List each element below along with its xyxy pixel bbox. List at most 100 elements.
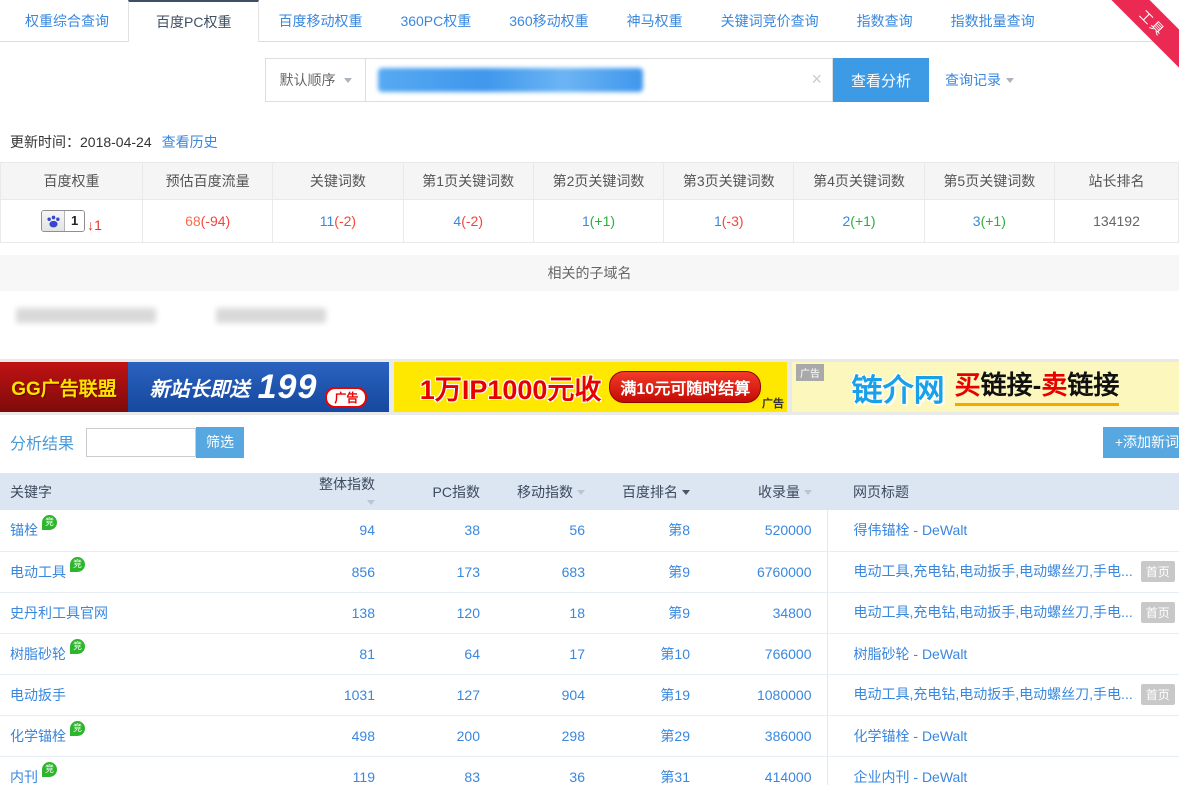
pc-index-value[interactable]: 173 <box>390 551 495 592</box>
baidu-rank-value[interactable]: 第8 <box>600 510 705 551</box>
header-overall-index[interactable]: 整体指数 <box>310 473 390 510</box>
page1-keywords-value[interactable]: 4(-2) <box>403 200 533 243</box>
indexed-count-value[interactable]: 386000 <box>705 715 827 756</box>
stats-header-page4: 第4页关键词数 <box>794 163 924 200</box>
overall-index-value[interactable]: 498 <box>310 715 390 756</box>
baidu-rank-value[interactable]: 第19 <box>600 674 705 715</box>
weight-value: 1 <box>65 210 84 232</box>
keyword-link[interactable]: 锚栓 <box>10 522 38 538</box>
page-title-link[interactable]: 化学锚栓 - DeWalt <box>854 728 968 744</box>
keyword-link[interactable]: 树脂砂轮 <box>10 646 66 662</box>
overall-index-value[interactable]: 856 <box>310 551 390 592</box>
page3-keywords-value[interactable]: 1(-3) <box>664 200 794 243</box>
tab-360-pc-weight[interactable]: 360PC权重 <box>381 0 490 41</box>
sort-order-label: 默认顺序 <box>280 70 336 90</box>
mobile-index-value[interactable]: 298 <box>495 715 600 756</box>
ad2-ad-tag: 广告 <box>762 395 784 411</box>
keyword-count-value[interactable]: 11(-2) <box>273 200 403 243</box>
pc-index-value[interactable]: 200 <box>390 715 495 756</box>
stats-header-keyword-count: 关键词数 <box>273 163 403 200</box>
homepage-badge: 首页 <box>1141 684 1175 705</box>
indexed-count-value[interactable]: 520000 <box>705 510 827 551</box>
baidu-rank-value[interactable]: 第29 <box>600 715 705 756</box>
overall-index-value[interactable]: 94 <box>310 510 390 551</box>
stats-header-baidu-weight: 百度权重 <box>1 163 143 200</box>
baidu-rank-value[interactable]: 第9 <box>600 551 705 592</box>
keyword-link[interactable]: 内刊 <box>10 769 38 785</box>
header-page-title: 网页标题 <box>827 473 1179 510</box>
page-title-link[interactable]: 得伟锚栓 - DeWalt <box>854 522 968 538</box>
page-title-link[interactable]: 电动工具,充电钻,电动扳手,电动螺丝刀,手电... <box>854 563 1133 579</box>
filter-button[interactable]: 筛选 <box>196 427 244 458</box>
page-title-link[interactable]: 电动工具,充电钻,电动扳手,电动螺丝刀,手电... <box>854 604 1133 620</box>
mobile-index-value[interactable]: 56 <box>495 510 600 551</box>
redacted-subdomain-link[interactable] <box>216 308 326 323</box>
page5-keywords-value[interactable]: 3(+1) <box>924 200 1054 243</box>
tab-shenma-weight[interactable]: 神马权重 <box>608 0 702 41</box>
mobile-index-value[interactable]: 683 <box>495 551 600 592</box>
keyword-link[interactable]: 电动扳手 <box>10 687 66 703</box>
tab-baidu-mobile-weight[interactable]: 百度移动权重 <box>259 0 381 41</box>
page-title-link[interactable]: 企业内刊 - DeWalt <box>854 769 968 785</box>
header-baidu-rank[interactable]: 百度排名 <box>600 473 705 510</box>
ad-banner-ip-buy[interactable]: 1万IP1000元收 满10元可随时结算 广告 <box>394 362 787 412</box>
clear-input-icon[interactable]: × <box>811 69 822 90</box>
query-history-label: 查询记录 <box>945 70 1001 90</box>
sort-order-select[interactable]: 默认顺序 <box>265 58 366 102</box>
domain-input[interactable]: × <box>366 58 833 102</box>
indexed-count-value[interactable]: 34800 <box>705 592 827 633</box>
header-indexed-count[interactable]: 收录量 <box>705 473 827 510</box>
baidu-rank-value[interactable]: 第9 <box>600 592 705 633</box>
baidu-rank-value[interactable]: 第10 <box>600 633 705 674</box>
pc-index-value[interactable]: 83 <box>390 756 495 785</box>
indexed-count-value[interactable]: 6760000 <box>705 551 827 592</box>
keyword-link[interactable]: 电动工具 <box>10 564 66 580</box>
mobile-index-value[interactable]: 904 <box>495 674 600 715</box>
webmaster-rank-value: 134192 <box>1055 200 1179 243</box>
est-traffic-value[interactable]: 68(-94) <box>143 200 273 243</box>
page-title-link[interactable]: 树脂砂轮 - DeWalt <box>854 646 968 662</box>
mobile-index-value[interactable]: 36 <box>495 756 600 785</box>
baidu-rank-value[interactable]: 第31 <box>600 756 705 785</box>
keyword-row: 树脂砂轮竞 81 64 17 第10 766000 树脂砂轮 - DeWalt <box>0 633 1179 674</box>
overall-index-value[interactable]: 1031 <box>310 674 390 715</box>
tab-weight-combined[interactable]: 权重综合查询 <box>6 0 128 41</box>
mobile-index-value[interactable]: 17 <box>495 633 600 674</box>
ad-banner-gg-alliance[interactable]: GG广告联盟 新站长即送 199 广告 <box>0 362 389 412</box>
pc-index-value[interactable]: 127 <box>390 674 495 715</box>
page-title-link[interactable]: 电动工具,充电钻,电动扳手,电动螺丝刀,手电... <box>854 686 1133 702</box>
ad3-brand-text: 链介网 <box>852 365 945 410</box>
tab-baidu-pc-weight[interactable]: 百度PC权重 <box>128 0 259 42</box>
indexed-count-value[interactable]: 414000 <box>705 756 827 785</box>
stats-header-row: 百度权重 预估百度流量 关键词数 第1页关键词数 第2页关键词数 第3页关键词数… <box>1 163 1179 200</box>
tab-index-batch-query[interactable]: 指数批量查询 <box>932 0 1054 41</box>
redacted-subdomain-link[interactable] <box>16 308 156 323</box>
ad-banner-link-market[interactable]: 广告 链介网 买链接-卖链接 <box>792 362 1179 412</box>
pc-index-value[interactable]: 120 <box>390 592 495 633</box>
keyword-link[interactable]: 化学锚栓 <box>10 728 66 744</box>
related-subdomains-section: 相关的子域名 <box>0 255 1179 339</box>
stats-header-page2: 第2页关键词数 <box>533 163 663 200</box>
add-new-keyword-button[interactable]: +添加新词 <box>1103 427 1179 458</box>
page4-keywords-value[interactable]: 2(+1) <box>794 200 924 243</box>
tab-360-mobile-weight[interactable]: 360移动权重 <box>490 0 607 41</box>
indexed-count-value[interactable]: 1080000 <box>705 674 827 715</box>
overall-index-value[interactable]: 138 <box>310 592 390 633</box>
pc-index-value[interactable]: 64 <box>390 633 495 674</box>
filter-keyword-input[interactable] <box>86 428 196 457</box>
tab-keyword-bid-query[interactable]: 关键词竞价查询 <box>702 0 838 41</box>
bid-badge-icon: 竞 <box>42 762 57 777</box>
stats-header-page5: 第5页关键词数 <box>924 163 1054 200</box>
tab-index-query[interactable]: 指数查询 <box>838 0 932 41</box>
analyze-button[interactable]: 查看分析 <box>833 58 929 102</box>
keyword-link[interactable]: 史丹利工具官网 <box>10 605 108 621</box>
indexed-count-value[interactable]: 766000 <box>705 633 827 674</box>
pc-index-value[interactable]: 38 <box>390 510 495 551</box>
overall-index-value[interactable]: 119 <box>310 756 390 785</box>
header-mobile-index[interactable]: 移动指数 <box>495 473 600 510</box>
page2-keywords-value[interactable]: 1(+1) <box>533 200 663 243</box>
query-history-link[interactable]: 查询记录 <box>945 70 1014 90</box>
mobile-index-value[interactable]: 18 <box>495 592 600 633</box>
overall-index-value[interactable]: 81 <box>310 633 390 674</box>
view-history-link[interactable]: 查看历史 <box>162 132 218 152</box>
